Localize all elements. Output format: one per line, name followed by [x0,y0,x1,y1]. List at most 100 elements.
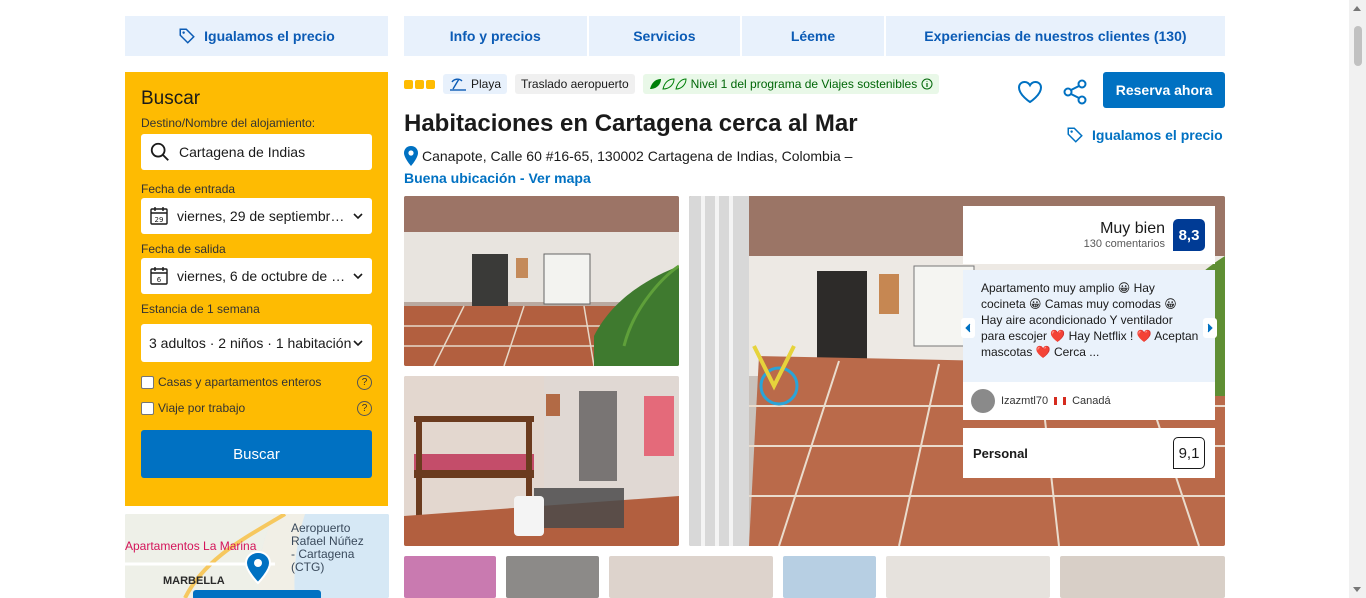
scrollbar-thumb[interactable] [1354,26,1362,66]
staff-score-badge: 9,1 [1173,437,1205,469]
bedroom-photo [404,376,679,546]
entire-homes-checkbox[interactable] [141,375,154,389]
next-review-button[interactable] [1203,318,1217,338]
leaf-icon [649,78,687,90]
thumbnail[interactable] [783,556,876,598]
stay-length-label: Estancia de 1 semana [141,302,260,316]
tab-read-me[interactable]: Léeme [742,16,884,56]
checkout-value: viernes, 6 de octubre de 2023 [177,268,352,284]
map-image: Aeropuerto Rafael Núñez - Cartagena (CTG… [125,514,389,598]
property-photo[interactable] [404,376,679,546]
address-text: Canapote, Calle 60 #16-65, 130002 Cartag… [422,148,853,164]
calendar-icon: 29 [150,207,168,225]
svg-text:6: 6 [157,276,162,284]
review-score-badge: 8,3 [1173,219,1205,251]
entire-homes-option[interactable]: Casas y apartamentos enteros ? [141,372,372,392]
search-button[interactable]: Buscar [141,430,372,478]
staff-label: Personal [973,445,1028,461]
thumbnail[interactable] [1060,556,1225,598]
map-preview[interactable]: Aeropuerto Rafael Núñez - Cartagena (CTG… [125,514,389,598]
thumbnail[interactable] [886,556,1050,598]
beach-label: Playa [471,77,502,91]
review-card: Muy bien 130 comentarios 8,3 Apartamento… [961,206,1217,478]
review-quote-text: Apartamento muy amplio 😀 Hay cocineta 😀 … [981,281,1199,359]
review-quote: Apartamento muy amplio 😀 Hay cocineta 😀 … [961,270,1217,382]
chevron-down-icon [353,213,363,220]
help-icon[interactable]: ? [357,374,372,390]
guests-selector[interactable]: 3 adultos · 2 niños · 1 habitación [141,324,372,362]
chevron-left-icon [965,323,971,333]
calendar-icon: 6 [150,267,168,285]
scroll-down-icon[interactable] [1353,587,1361,592]
work-trip-label: Viaje por trabajo [158,401,246,415]
score-words: Muy bien 130 comentarios [1084,220,1165,250]
destination-input[interactable]: Cartagena de Indias [141,134,372,170]
svg-text:Aeropuerto: Aeropuerto [291,521,351,535]
price-match-tab[interactable]: Igualamos el precio [125,16,388,56]
search-icon [150,142,169,161]
tab-guest-reviews[interactable]: Experiencias de nuestros clientes (130) [885,16,1225,56]
work-trip-option[interactable]: Viaje por trabajo ? [141,398,372,418]
price-match-label: Igualamos el precio [204,28,335,44]
review-score-header[interactable]: Muy bien 130 comentarios 8,3 [963,206,1215,264]
price-match-link-label: Igualamos el precio [1092,127,1223,143]
page-scrollbar[interactable] [1349,0,1366,598]
review-count: 130 comentarios [1083,238,1165,250]
entire-homes-label: Casas y apartamentos enteros [158,375,322,389]
beach-badge: Playa [443,74,508,94]
map-label-marbella: MARBELLA [163,575,225,587]
reserve-button[interactable]: Reserva ahora [1103,72,1225,108]
tag-icon [1067,127,1083,143]
reviewer-info: Izazmtl70 Canadá [963,382,1215,420]
checkout-field[interactable]: 6 viernes, 6 de octubre de 2023 [141,258,372,294]
reviewer-country: Canadá [1072,395,1111,407]
staff-score-row: Personal 9,1 [963,428,1215,478]
guests-value: 3 adultos · 2 niños · 1 habitación [149,335,352,351]
heart-icon[interactable] [1016,78,1044,106]
page: Igualamos el precio Info y precios Servi… [0,0,1366,598]
share-icon[interactable] [1061,78,1089,106]
destination-label: Destino/Nombre del alojamiento: [141,116,316,130]
sustainability-label: Nivel 1 del programa de Viajes sostenibl… [690,77,918,91]
avatar [971,389,995,413]
rating-word: Muy bien [1100,220,1165,237]
destination-value: Cartagena de Indias [179,144,306,160]
scroll-up-icon[interactable] [1353,6,1361,11]
price-match-link[interactable]: Igualamos el precio [1066,126,1223,144]
rating-stars [404,79,435,89]
checkin-label: Fecha de entrada [141,182,236,196]
sustainability-badge[interactable]: Nivel 1 del programa de Viajes sostenibl… [642,74,940,94]
thumbnail[interactable] [506,556,599,598]
canada-flag-icon [1054,397,1067,405]
previous-review-button[interactable] [961,318,975,338]
chevron-down-icon [353,340,363,347]
reviewer-name: Izazmtl70 [1001,395,1049,407]
property-tabs: Info y precios Servicios Léeme Experienc… [404,16,1225,56]
map-label-apartments: Apartamentos La Marina [125,539,257,553]
chevron-down-icon [353,273,363,280]
tab-services[interactable]: Servicios [588,16,741,56]
airport-shuttle-badge: Traslado aeropuerto [515,74,635,94]
property-title: Habitaciones en Cartagena cerca al Mar [404,110,858,137]
patio-photo [404,196,679,366]
property-photo[interactable] [404,196,679,366]
chevron-right-icon [1207,323,1213,333]
svg-text:- Cartagena: - Cartagena [291,547,355,561]
info-icon [921,78,933,90]
svg-text:29: 29 [155,216,164,224]
thumbnail[interactable] [404,556,496,598]
property-badges: Playa Traslado aeropuerto Nivel 1 del pr… [404,72,940,96]
checkin-field[interactable]: 29 viernes, 29 de septiembre de 2023 [141,198,372,234]
thumbnail[interactable] [609,556,773,598]
help-icon[interactable]: ? [357,400,372,416]
work-trip-checkbox[interactable] [141,401,154,415]
tab-info-prices[interactable]: Info y precios [404,16,587,56]
checkout-label: Fecha de salida [141,242,226,256]
checkin-value: viernes, 29 de septiembre de 2023 [177,208,352,224]
search-title: Buscar [141,88,201,109]
location-pin-icon [404,146,418,166]
search-panel: Buscar Destino/Nombre del alojamiento: C… [125,72,388,506]
beach-icon [450,78,466,91]
svg-text:Rafael Núñez: Rafael Núñez [291,534,364,548]
show-map-link[interactable]: Buena ubicación - Ver mapa [404,170,591,186]
